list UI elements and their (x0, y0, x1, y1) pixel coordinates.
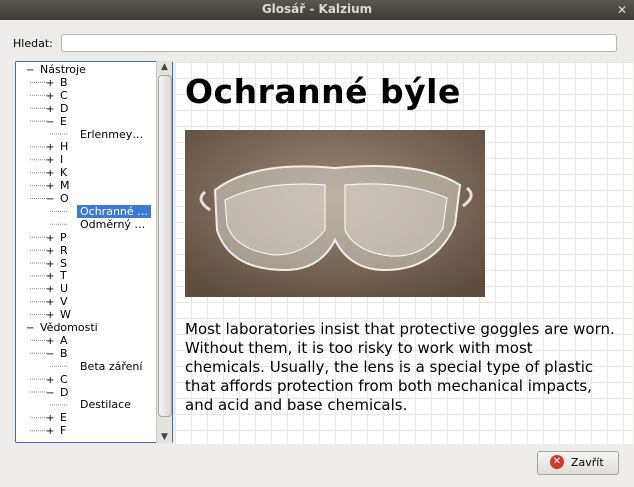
tree-item-label: Destilace (80, 398, 131, 412)
tree-item-label: H (60, 140, 69, 154)
tree-group-item[interactable]: + D (46, 102, 68, 115)
collapse-icon[interactable]: − (26, 64, 40, 77)
goggles-image (185, 130, 485, 297)
tree-item-label: O (60, 192, 69, 205)
collapse-icon[interactable]: − (46, 348, 60, 361)
tree-group-item[interactable]: − E (46, 115, 67, 128)
tree-group-item[interactable]: + A (46, 334, 68, 347)
window-close-icon[interactable]: ✕ (615, 3, 629, 17)
tree-group-item[interactable]: + K (46, 166, 67, 179)
tree-item-label: E (60, 114, 67, 128)
tree-item-label: K (60, 166, 68, 180)
tree-item-label: D (60, 385, 69, 399)
search-input[interactable] (61, 34, 617, 52)
tree-item-label: I (60, 153, 64, 167)
tree-group-item[interactable]: + I (46, 153, 63, 166)
tree-leaf-item[interactable]: Destilace (66, 398, 131, 411)
tree-item-label: B (60, 75, 68, 89)
tree-group-item[interactable]: + F (46, 424, 66, 437)
tree-group-item[interactable]: + H (46, 140, 68, 153)
tree-leaf-item[interactable]: Odměrný … (66, 218, 145, 231)
tree-leaf-item[interactable]: Ochranné … (66, 204, 152, 218)
close-button-label: Zavřít (571, 456, 604, 469)
article-title: Ochranné býle (185, 72, 461, 111)
tree-scrollbar[interactable]: ▲ ▼ (156, 61, 172, 443)
search-label-text: Hledat: (13, 37, 53, 50)
collapse-icon[interactable]: − (26, 322, 40, 335)
tree-group-item[interactable]: + V (46, 295, 68, 308)
expand-icon[interactable]: + (46, 425, 60, 438)
scroll-thumb[interactable] (158, 75, 172, 417)
tree-item-label: F (60, 424, 67, 438)
tree-item-label: C (60, 88, 68, 102)
window-titlebar: Glosář - Kalzium ✕ (0, 0, 634, 20)
collapse-icon[interactable]: − (46, 387, 60, 400)
tree-group-item[interactable]: + M (46, 179, 70, 192)
scroll-up-icon[interactable]: ▲ (157, 61, 172, 73)
tree-leaf-item[interactable]: Beta záření (66, 360, 142, 373)
article-description: Most laboratories insist that protective… (185, 320, 615, 414)
goggles-photo (185, 130, 485, 297)
collapse-icon[interactable]: − (46, 193, 60, 206)
tree-item-label: V (60, 295, 68, 309)
window-title: Glosář - Kalzium (261, 2, 373, 16)
tree-item-label: C (60, 372, 68, 386)
tree-group-item[interactable]: − Nástroje (26, 63, 86, 76)
tree-group-item[interactable]: + W (46, 308, 71, 321)
tree-item-label: E (60, 411, 67, 425)
close-button[interactable]: ✕ Zavřít (537, 451, 619, 475)
collapse-icon[interactable]: − (46, 116, 60, 129)
tree-item-label: Erlenmey… (80, 127, 144, 141)
tree-group-item[interactable]: + C (46, 89, 68, 102)
tree-item-label: W (60, 308, 71, 322)
close-circle-icon: ✕ (550, 455, 564, 469)
tree-item-label: Nástroje (40, 63, 86, 76)
tree-group-item[interactable]: + R (46, 244, 68, 257)
tree-item-label: Vědomosti (40, 321, 98, 334)
tree-group-item[interactable]: − D (46, 386, 68, 399)
tree-group-item[interactable]: + E (46, 411, 67, 424)
tree-item-label: A (60, 333, 68, 347)
tree-item-label: Ochranné … (77, 204, 152, 218)
tree-item-label: P (60, 230, 67, 244)
glossary-tree[interactable]: − Nástroje + B + C + D − E Erlenmey… + H + I + K + M − O Ochr… (15, 61, 173, 443)
tree-item-label: U (60, 282, 69, 296)
search-label: Hledat: (13, 37, 53, 50)
tree-group-item[interactable]: + C (46, 373, 68, 386)
tree-group-item[interactable]: + T (46, 269, 67, 282)
tree-item-label: D (60, 101, 69, 115)
tree-group-item[interactable]: + P (46, 231, 67, 244)
tree-group-item[interactable]: + B (46, 76, 68, 89)
tree-item-label: R (60, 243, 68, 257)
tree-leaf-item[interactable]: Erlenmey… (66, 128, 143, 141)
tree-group-item[interactable]: − B (46, 347, 68, 360)
tree-item-label: Beta záření (80, 359, 143, 373)
article-pane: Ochranné býle Most laboratories insist t… (175, 62, 633, 444)
scroll-down-icon[interactable]: ▼ (157, 431, 172, 443)
tree-group-item[interactable]: + U (46, 282, 68, 295)
tree-group-item[interactable]: − O (46, 192, 69, 205)
tree-group-item[interactable]: + S (46, 257, 67, 270)
tree-item-label: B (60, 346, 68, 360)
tree-item-label: M (60, 179, 70, 193)
tree-item-label: S (60, 256, 67, 270)
tree-group-item[interactable]: − Vědomosti (26, 321, 98, 334)
tree-item-label: Odměrný … (80, 217, 146, 231)
tree-connector-lines (30, 81, 68, 432)
tree-item-label: T (60, 269, 67, 283)
